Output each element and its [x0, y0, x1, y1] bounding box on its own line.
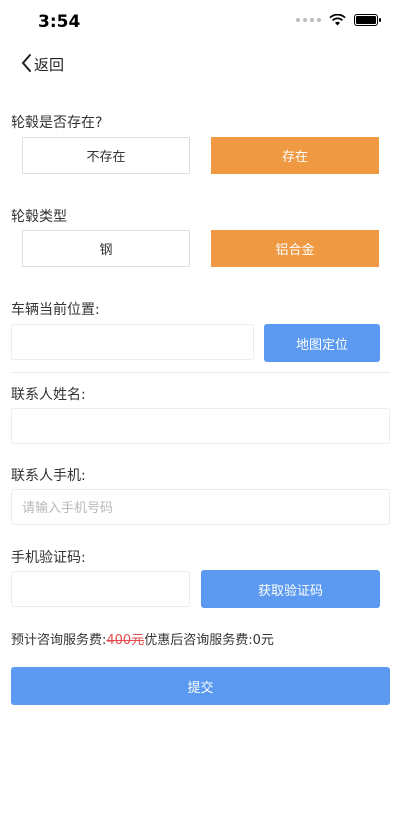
status-icons: [296, 14, 381, 26]
divider: [11, 372, 390, 373]
status-bar: 3:54: [0, 0, 400, 44]
hub-type-steel-option[interactable]: 钢: [22, 230, 190, 267]
battery-icon: [354, 14, 381, 26]
verify-code-input[interactable]: [11, 571, 190, 607]
verify-code-label: 手机验证码:: [11, 550, 86, 566]
map-locate-button[interactable]: 地图定位: [264, 324, 380, 362]
hub-type-alloy-option[interactable]: 铝合金: [211, 230, 379, 267]
back-button[interactable]: 返回: [20, 50, 64, 75]
contact-phone-label: 联系人手机:: [11, 468, 86, 484]
back-label: 返回: [34, 56, 65, 74]
fee-summary: 预计咨询服务费:400元优惠后咨询服务费:0元: [11, 629, 274, 648]
hub-type-label: 轮毂类型: [11, 209, 67, 225]
hub-exist-option[interactable]: 存在: [211, 137, 379, 174]
get-verify-code-button[interactable]: 获取验证码: [201, 570, 380, 608]
contact-name-input[interactable]: [11, 408, 390, 444]
wifi-icon: [329, 14, 346, 26]
chevron-left-icon: [21, 53, 31, 72]
status-time: 3:54: [38, 12, 81, 32]
contact-phone-input[interactable]: [11, 489, 390, 525]
location-input[interactable]: [11, 324, 254, 360]
hub-not-exist-option[interactable]: 不存在: [22, 137, 190, 174]
signal-icon: [296, 18, 321, 22]
fee-discount-label: 优惠后咨询服务费:: [144, 633, 253, 648]
fee-discount-value: 0元: [252, 633, 274, 648]
hub-exists-label: 轮毂是否存在?: [11, 115, 103, 131]
fee-prefix: 预计咨询服务费:: [11, 633, 107, 648]
fee-original-price: 400元: [106, 633, 145, 648]
submit-button[interactable]: 提交: [11, 667, 390, 705]
location-label: 车辆当前位置:: [11, 302, 100, 318]
contact-name-label: 联系人姓名:: [11, 387, 86, 403]
